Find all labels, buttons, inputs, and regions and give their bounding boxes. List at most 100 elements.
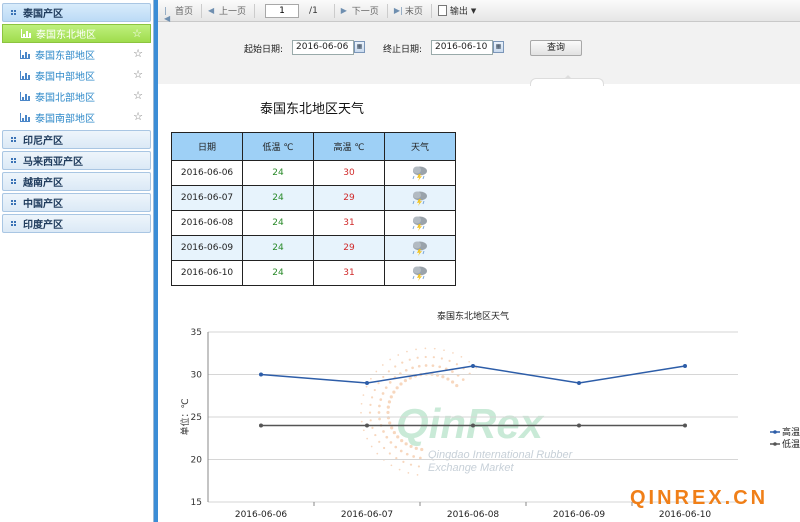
divider (254, 3, 256, 18)
sidebar-item-thailand-south[interactable]: 泰国南部地区 ☆ (2, 108, 151, 127)
table-title: 泰国东北地区天气 (260, 102, 365, 117)
y-tick-label: 25 (191, 413, 202, 423)
region-vietnam[interactable]: 越南产区 (2, 172, 151, 191)
x-tick-label: 2016-06-09 (553, 510, 606, 520)
weather-cell (384, 260, 456, 286)
low-temp-cell: 24 (242, 235, 314, 261)
star-icon[interactable]: ☆ (133, 89, 143, 102)
query-button[interactable]: 查询 (530, 40, 582, 56)
date-cell: 2016-06-08 (171, 210, 243, 236)
next-page-icon: ▶ (340, 5, 347, 15)
date-cell: 2016-06-06 (171, 160, 243, 186)
region-thailand[interactable]: 泰国产区 (2, 3, 151, 22)
data-point (683, 423, 687, 428)
data-point (365, 423, 369, 428)
weather-cell (384, 235, 456, 261)
column-header: 天气 (384, 132, 456, 161)
region-india[interactable]: 印度产区 (2, 214, 151, 233)
column-header: 低温 ℃ (242, 132, 314, 161)
sidebar-item-label: 泰国南部地区 (35, 114, 95, 125)
y-axis-label: 单位：℃ (179, 398, 191, 435)
prev-page-button[interactable]: ◀ 上一页 (208, 4, 246, 17)
table-row: 2016-06-06 24 30 (171, 160, 456, 186)
last-page-icon: ▶| (393, 5, 403, 15)
grid-icon (11, 9, 17, 16)
y-tick-label: 35 (191, 328, 202, 338)
next-page-button[interactable]: ▶ 下一页 (341, 4, 379, 17)
star-icon[interactable]: ☆ (132, 27, 142, 40)
thunderstorm-icon (412, 216, 427, 231)
data-point (471, 364, 475, 368)
legend-label: 高温 (782, 426, 800, 438)
next-page-label: 下一页 (351, 7, 379, 17)
region-malaysia[interactable]: 马来西亚产区 (2, 151, 151, 170)
divider (430, 3, 432, 18)
calendar-icon[interactable]: ▦ (493, 41, 504, 53)
data-point (471, 423, 475, 428)
sidebar-item-thailand-northeast[interactable]: 泰国东北地区 ☆ (2, 24, 151, 43)
low-temp-cell: 24 (242, 260, 314, 286)
data-point (683, 364, 687, 368)
collapse-filter-handle[interactable] (530, 75, 604, 86)
table-row: 2016-06-07 24 29 (171, 185, 456, 211)
star-icon[interactable]: ☆ (133, 68, 143, 81)
grid-icon (11, 178, 17, 185)
grid-icon (11, 136, 17, 143)
thunderstorm-icon (412, 191, 427, 206)
region-label: 印尼产区 (23, 136, 63, 147)
region-label: 泰国产区 (23, 9, 63, 20)
y-tick-label: 15 (191, 498, 202, 508)
sidebar-item-thailand-east[interactable]: 泰国东部地区 ☆ (2, 45, 151, 64)
table-header-row: 日期 低温 ℃ 高温 ℃ 天气 (171, 132, 456, 161)
high-temp-cell: 31 (313, 260, 385, 286)
data-point (259, 423, 263, 428)
sidebar-item-label: 泰国中部地区 (35, 72, 95, 83)
last-page-button[interactable]: ▶| 末页 (394, 4, 423, 17)
site-watermark: QINREX.CN (630, 487, 769, 509)
x-tick-label: 2016-06-07 (341, 510, 393, 520)
region-label: 越南产区 (23, 178, 63, 189)
page-number-input[interactable] (265, 3, 300, 18)
end-date-input[interactable]: 2016-06-10 (431, 40, 493, 55)
column-header: 高温 ℃ (313, 132, 385, 161)
calendar-icon[interactable]: ▦ (354, 41, 365, 53)
region-indonesia[interactable]: 印尼产区 (2, 130, 151, 149)
sidebar-item-thailand-central[interactable]: 泰国中部地区 ☆ (2, 66, 151, 85)
column-header: 日期 (171, 132, 243, 161)
weather-table: 日期 低温 ℃ 高温 ℃ 天气 2016-06-06 24 30 2016-06-07… (171, 132, 456, 286)
y-tick-label: 20 (191, 456, 203, 466)
bar-chart-icon (20, 71, 30, 80)
divider (201, 3, 203, 18)
x-tick-label: 2016-06-08 (447, 510, 500, 520)
start-date-input[interactable]: 2016-06-06 (292, 40, 354, 55)
thunderstorm-icon (412, 241, 427, 256)
thunderstorm-icon (412, 166, 427, 181)
first-page-button[interactable]: |◀ 首页 (164, 4, 193, 23)
thunderstorm-icon (412, 266, 427, 281)
region-china[interactable]: 中国产区 (2, 193, 151, 212)
export-label: 输出 (449, 7, 468, 17)
table-row: 2016-06-09 24 29 (171, 235, 456, 261)
legend-marker (773, 442, 777, 446)
weather-cell (384, 160, 456, 186)
low-temp-cell: 24 (242, 185, 314, 211)
high-temp-cell: 29 (313, 235, 385, 261)
chart-title: 泰国东北地区天气 (437, 310, 509, 322)
star-icon[interactable]: ☆ (133, 47, 143, 60)
start-date-label: 起始日期: (244, 45, 284, 55)
export-button[interactable]: 输出 ▼ (437, 4, 476, 17)
x-tick-label: 2016-06-06 (235, 510, 288, 520)
data-point (259, 372, 263, 377)
region-label: 印度产区 (23, 220, 63, 231)
star-icon[interactable]: ☆ (133, 110, 143, 123)
sidebar-item-label: 泰国东北地区 (36, 30, 96, 41)
grid-icon (11, 220, 17, 227)
sidebar-item-thailand-north[interactable]: 泰国北部地区 ☆ (2, 87, 151, 106)
legend-label: 低温 (782, 438, 800, 450)
grid-icon (11, 157, 17, 164)
watermark-logo-text: QinRex (396, 400, 545, 448)
weather-cell (384, 210, 456, 236)
weather-cell (384, 185, 456, 211)
first-page-icon: |◀ (164, 5, 171, 23)
sidebar-item-label: 泰国北部地区 (35, 93, 95, 104)
